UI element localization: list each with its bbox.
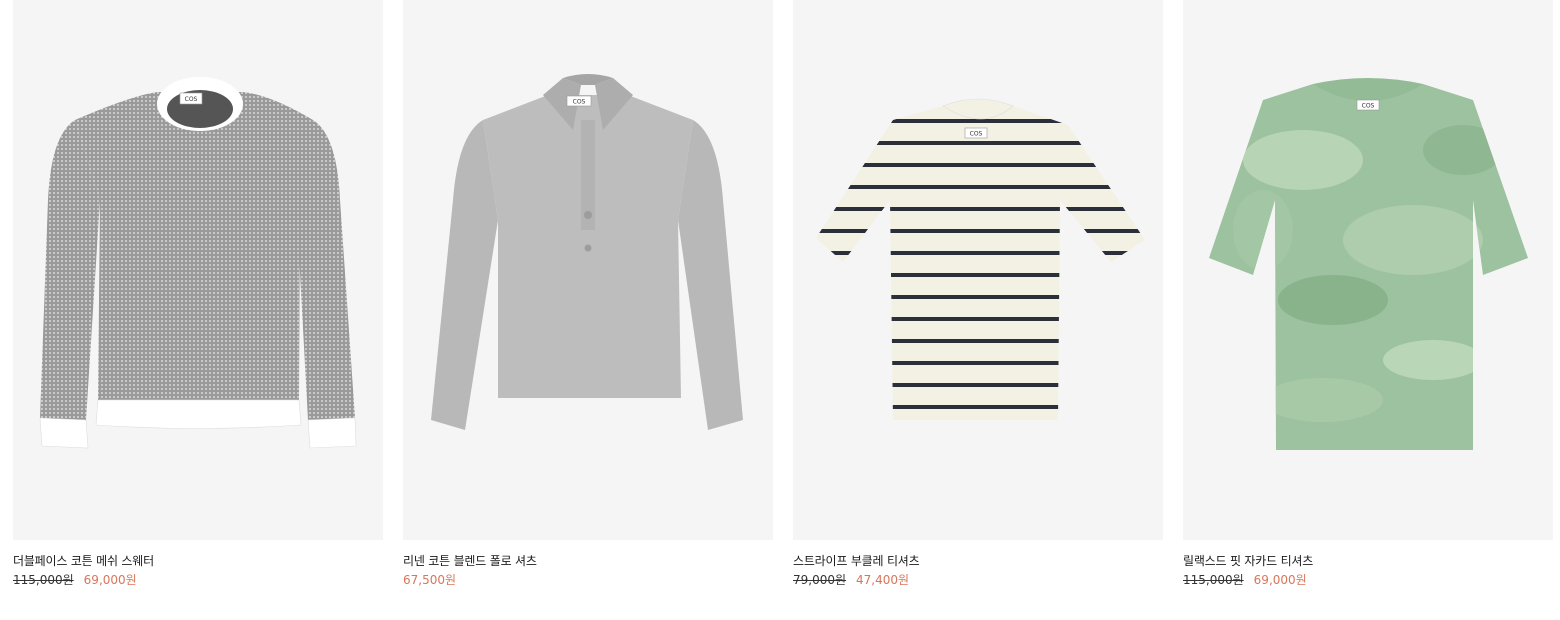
brand-label: COS [573, 99, 586, 106]
sale-price: 69,000원 [83, 573, 137, 587]
product-image: COS [431, 74, 743, 430]
product-image-link[interactable]: COS [1183, 0, 1553, 540]
original-price: 115,000원 [13, 573, 74, 587]
product-card: COS 릴랙스드 핏 자카드 티셔츠 115,000원 69,000원 [1183, 0, 1553, 588]
original-price: 79,000원 [793, 573, 847, 587]
original-price: 115,000원 [1183, 573, 1244, 587]
brand-label: COS [185, 96, 198, 103]
product-card: COS 더블페이스 코튼 메쉬 스웨터 115,000원 69,000원 [13, 0, 383, 588]
price-row: 67,500원 [403, 572, 773, 588]
product-image-link[interactable]: COS [13, 0, 383, 540]
price-row: 115,000원 69,000원 [13, 572, 383, 588]
sale-price: 47,400원 [856, 573, 910, 587]
product-image: COS [39, 77, 357, 449]
product-image: COS [816, 98, 1145, 420]
product-name[interactable]: 더블페이스 코튼 메쉬 스웨터 [13, 553, 383, 569]
product-image-link[interactable]: COS [403, 0, 773, 540]
product-name[interactable]: 릴랙스드 핏 자카드 티셔츠 [1183, 553, 1553, 569]
product-card: COS 리넨 코튼 블렌드 폴로 셔츠 67,500원 [403, 0, 773, 588]
product-name[interactable]: 스트라이프 부클레 티셔츠 [793, 553, 1163, 569]
product-grid: COS 더블페이스 코튼 메쉬 스웨터 115,000원 69,000원 COS… [0, 0, 1560, 620]
brand-label: COS [970, 131, 983, 138]
price-row: 79,000원 47,400원 [793, 572, 1163, 588]
product-image-link[interactable]: COS [793, 0, 1163, 540]
brand-label: COS [1362, 103, 1375, 110]
price-row: 115,000원 69,000원 [1183, 572, 1553, 588]
sale-price: 67,500원 [403, 573, 457, 587]
product-image: COS [1209, 78, 1528, 450]
product-card: COS 스트라이프 부클레 티셔츠 79,000원 47,400원 [793, 0, 1163, 588]
product-name[interactable]: 리넨 코튼 블렌드 폴로 셔츠 [403, 553, 773, 569]
sale-price: 69,000원 [1253, 573, 1307, 587]
